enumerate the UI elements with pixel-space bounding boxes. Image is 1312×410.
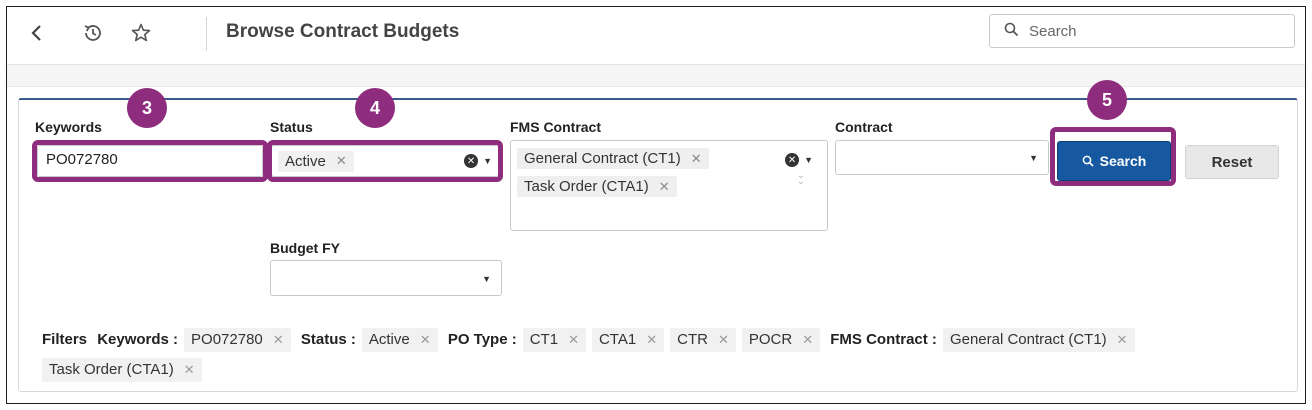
filter-chip: Task Order (CTA1) ✕ <box>42 358 202 382</box>
double-chevron-down-icon[interactable]: ⌄ ⌄ <box>797 171 805 187</box>
star-icon[interactable] <box>127 19 155 47</box>
fms-contract-chip-label: Task Order (CTA1) <box>524 178 649 195</box>
dropdown-caret-icon[interactable]: ▼ <box>1029 153 1038 163</box>
filter-chip-label: General Contract (CT1) <box>949 331 1107 348</box>
clear-selection-icon[interactable]: ✕ <box>785 153 800 167</box>
filter-chip-label: Task Order (CTA1) <box>49 361 174 378</box>
filter-group-label: FMS Contract : <box>830 331 937 348</box>
remove-filter-icon[interactable]: ✕ <box>184 355 195 385</box>
step-badge-4: 4 <box>355 88 395 128</box>
filter-group-label: Keywords : <box>97 331 179 348</box>
global-search-input[interactable]: Search <box>989 14 1295 48</box>
header-divider <box>206 17 207 51</box>
history-icon[interactable] <box>79 19 107 47</box>
fms-contract-chip-label: General Contract (CT1) <box>524 150 681 167</box>
filter-chip: POCR ✕ <box>741 325 821 355</box>
filter-chip-label: PO072780 <box>191 331 263 348</box>
filter-chip: PO072780 ✕ <box>184 328 291 352</box>
search-icon <box>1004 22 1019 40</box>
global-search-placeholder: Search <box>1029 22 1077 40</box>
filter-chip-label: POCR <box>748 331 793 348</box>
filter-group-label: Status : <box>300 331 356 348</box>
status-label: Status <box>270 119 313 135</box>
step-badge-5: 5 <box>1087 80 1127 120</box>
remove-filter-icon[interactable]: ✕ <box>802 325 813 355</box>
app-window: Browse Contract Budgets Search Keywords … <box>6 6 1306 404</box>
filter-chip: CTR ✕ <box>670 328 736 352</box>
budget-fy-label: Budget FY <box>270 240 340 256</box>
search-button-highlight <box>1050 127 1176 186</box>
filter-chip-label: Active <box>368 331 410 348</box>
filter-chip-label: CTR <box>677 331 708 348</box>
remove-filter-icon[interactable]: ✕ <box>568 325 579 355</box>
filter-chip: General Contract (CT1) ✕ <box>942 325 1135 355</box>
remove-chip-icon[interactable]: ✕ <box>659 179 670 195</box>
keywords-highlight <box>32 140 268 182</box>
remove-filter-icon[interactable]: ✕ <box>273 325 284 355</box>
fms-contract-chip: Task Order (CTA1) ✕ <box>517 176 677 197</box>
remove-filter-icon[interactable]: ✕ <box>420 325 431 355</box>
fms-contract-select[interactable]: General Contract (CT1) ✕ Task Order (CTA… <box>510 140 828 231</box>
filters-label: Filters <box>42 331 88 348</box>
status-highlight <box>267 140 503 182</box>
keywords-label: Keywords <box>35 119 102 135</box>
back-chevron-icon[interactable] <box>23 19 51 47</box>
active-filters: Filters Keywords : PO072780 ✕ Status : Acti… <box>42 325 1282 385</box>
filter-chip-label: CTA1 <box>598 331 637 348</box>
filter-chip: CTA1 ✕ <box>591 325 665 355</box>
page-header: Browse Contract Budgets Search <box>7 7 1305 65</box>
remove-chip-icon[interactable]: ✕ <box>691 151 702 167</box>
remove-filter-icon[interactable]: ✕ <box>646 325 657 355</box>
fms-contract-label: FMS Contract <box>510 119 601 135</box>
filter-chip-label: CT1 <box>529 331 559 348</box>
budget-fy-select[interactable]: ▼ <box>270 260 502 296</box>
fms-contract-chip: General Contract (CT1) ✕ <box>517 148 709 169</box>
reset-button[interactable]: Reset <box>1185 145 1279 179</box>
filter-group-label: PO Type : <box>447 331 517 348</box>
remove-filter-icon[interactable]: ✕ <box>718 325 729 355</box>
step-badge-3: 3 <box>127 88 167 128</box>
page-title: Browse Contract Budgets <box>226 21 460 42</box>
filter-chip: CT1 ✕ <box>522 325 586 355</box>
dropdown-caret-icon[interactable]: ▼ <box>482 274 491 284</box>
filter-chip: Active ✕ <box>361 325 438 355</box>
contract-label: Contract <box>835 119 893 135</box>
contract-select[interactable]: ▼ <box>835 140 1049 175</box>
dropdown-caret-icon[interactable]: ▼ <box>804 155 813 165</box>
remove-filter-icon[interactable]: ✕ <box>1117 325 1128 355</box>
